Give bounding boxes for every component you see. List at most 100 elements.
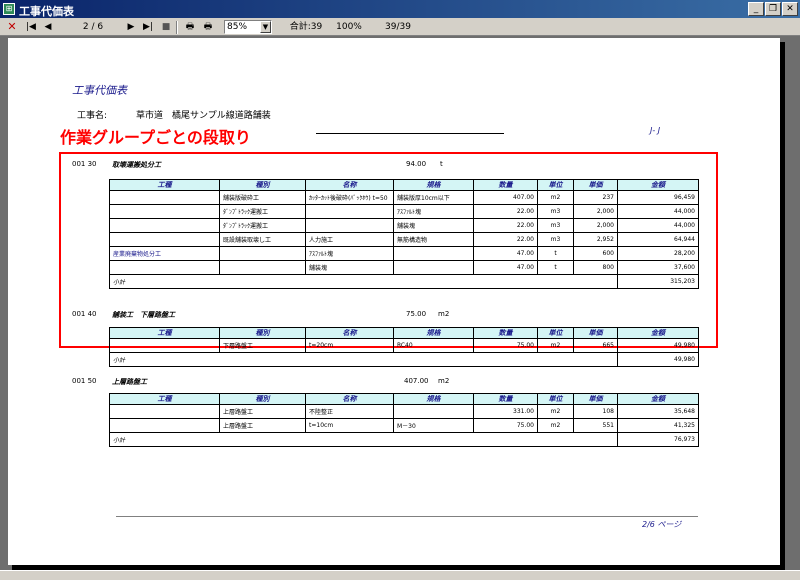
table-cell: 41,325 [617,418,699,433]
table-cell: 22.00 [473,218,538,233]
table-row: 上層路盤工 t=10cm M－30 75.00 m2 551 41,325 [109,418,699,433]
footer-page-number: 2/6 ページ [642,520,682,529]
table-cell [109,418,220,433]
table-row: ﾀﾞﾝﾌﾟﾄﾗｯｸ運搬工 ｱｽﾌｧﾙﾄ塊 22.00 m3 2,000 44,000 [109,204,699,219]
column-header: 名称 [305,179,394,191]
minimize-button[interactable]: _ [748,2,764,16]
prev-page-icon[interactable]: ◀ [42,20,54,34]
chevron-down-icon[interactable]: ▼ [260,21,271,33]
table-header-row: 工種 種別 名称 規格 数量 単位 単価 金額 [109,393,699,405]
close-button[interactable]: ✕ [782,2,798,16]
table-row: 舗装塊 47.00 t 800 37,600 [109,260,699,275]
table-cell: 600 [573,246,618,261]
table-cell: 44,000 [617,218,699,233]
cost-table: 工種 種別 名称 規格 数量 単位 単価 金額 舗装版破砕工 ｶｯﾀｰｶｯﾄ後破砕(ﾊﾞｯｸﾎｳ)… [109,179,699,289]
column-header: 単価 [573,393,618,405]
subtotal-value: 315,203 [617,274,699,289]
table-cell [109,338,220,353]
table-cell: 舗装塊 [305,260,394,275]
column-header: 単位 [537,393,574,405]
table-cell: M－30 [393,418,474,433]
table-cell: 37,600 [617,260,699,275]
table-cell: 237 [573,190,618,205]
status-bar [0,570,800,580]
report-title: 工事代価表 [72,84,127,97]
column-header: 工種 [109,327,220,339]
table-cell: 407.00 [473,190,538,205]
column-header: 金額 [617,179,699,191]
column-header: 工種 [109,179,220,191]
subtotal-label: 小計 [109,352,618,367]
column-header: 金額 [617,393,699,405]
table-cell: 47.00 [473,246,538,261]
column-header: 名称 [305,327,394,339]
record-count: 39/39 [385,22,411,32]
section-name: 取壊運搬処分工 [112,161,161,169]
title-bar: ⊞ 工事代価表 _ ❐ ✕ [0,0,800,18]
table-cell: 舗装版厚10cm以下 [393,190,474,205]
window-controls: _ ❐ ✕ [748,2,798,16]
total-label: 合計:39 [289,22,323,32]
section-qty: 407.00 [404,377,429,385]
table-cell [393,246,474,261]
table-cell: ｱｽﾌｧﾙﾄ塊 [393,204,474,219]
table-header-row: 工種 種別 名称 規格 数量 単位 単価 金額 [109,179,699,191]
column-header: 単価 [573,327,618,339]
table-cell: ｱｽﾌｧﾙﾄ塊 [305,246,394,261]
table-cell: ﾀﾞﾝﾌﾟﾄﾗｯｸ運搬工 [219,218,306,233]
table-cell: ｶｯﾀｰｶｯﾄ後破砕(ﾊﾞｯｸﾎｳ) t=50 [305,190,394,205]
footer-rule [116,516,698,517]
subtotal-row: 小計 49,980 [109,352,699,367]
table-cell: t [537,246,574,261]
table-cell: 下層路盤工 [219,338,306,353]
table-cell: 舗装版破砕工 [219,190,306,205]
table-cell: 331.00 [473,404,538,419]
section-code: 001 40 [72,310,97,318]
column-header: 数量 [473,327,538,339]
column-header: 数量 [473,393,538,405]
table-cell [219,246,306,261]
stop-icon[interactable]: ■ [160,20,172,34]
table-cell: 64,944 [617,232,699,247]
table-cell: 舗装塊 [393,218,474,233]
zoom-select[interactable]: 85% ▼ [224,20,272,34]
section-unit: m2 [438,377,450,385]
table-row: 産業廃棄物処分工 ｱｽﾌｧﾙﾄ塊 47.00 t 600 28,200 [109,246,699,261]
table-row: ﾀﾞﾝﾌﾟﾄﾗｯｸ運搬工 舗装塊 22.00 m3 2,000 44,000 [109,218,699,233]
table-cell [109,232,220,247]
table-cell: 35,648 [617,404,699,419]
table-cell: t [537,260,574,275]
next-page-icon[interactable]: ▶ [125,20,137,34]
table-cell: 2,952 [573,232,618,247]
table-cell: m3 [537,204,574,219]
subtotal-row: 小計 76,973 [109,432,699,447]
table-cell: 人力施工 [305,232,394,247]
column-header: 名称 [305,393,394,405]
table-cell: 551 [573,418,618,433]
section-qty: 75.00 [406,310,427,318]
print-icon[interactable]: 🖶 [183,20,197,34]
table-cell: 22.00 [473,232,538,247]
subtotal-label: 小計 [109,274,618,289]
column-header: 種別 [219,327,306,339]
cost-table: 工種 種別 名称 規格 数量 単位 単価 金額 下層路盤工 t=20cm RC40 75.00 m2 66… [109,327,699,367]
table-row: 舗装版破砕工 ｶｯﾀｰｶｯﾄ後破砕(ﾊﾞｯｸﾎｳ) t=50 舗装版厚10cm以下 4… [109,190,699,205]
first-page-icon[interactable]: |◀ [24,20,38,34]
section-unit: m2 [438,310,450,318]
table-row: 下層路盤工 t=20cm RC40 75.00 m2 665 49,980 [109,338,699,353]
table-cell [219,260,306,275]
table-cell: 2,000 [573,204,618,219]
percent-label: 100% [336,22,362,32]
zoom-value: 85% [227,22,248,32]
table-cell: t=20cm [305,338,394,353]
column-header: 規格 [393,327,474,339]
column-header: 種別 [219,393,306,405]
toolbar-separator [176,21,178,34]
last-page-icon[interactable]: ▶| [141,20,155,34]
table-cell [393,260,474,275]
close-preview-icon[interactable]: ✕ [6,20,18,34]
column-header: 金額 [617,327,699,339]
restore-button[interactable]: ❐ [765,2,781,16]
table-header-row: 工種 種別 名称 規格 数量 単位 単価 金額 [109,327,699,339]
print-setup-icon[interactable]: 🖶 [201,20,215,34]
